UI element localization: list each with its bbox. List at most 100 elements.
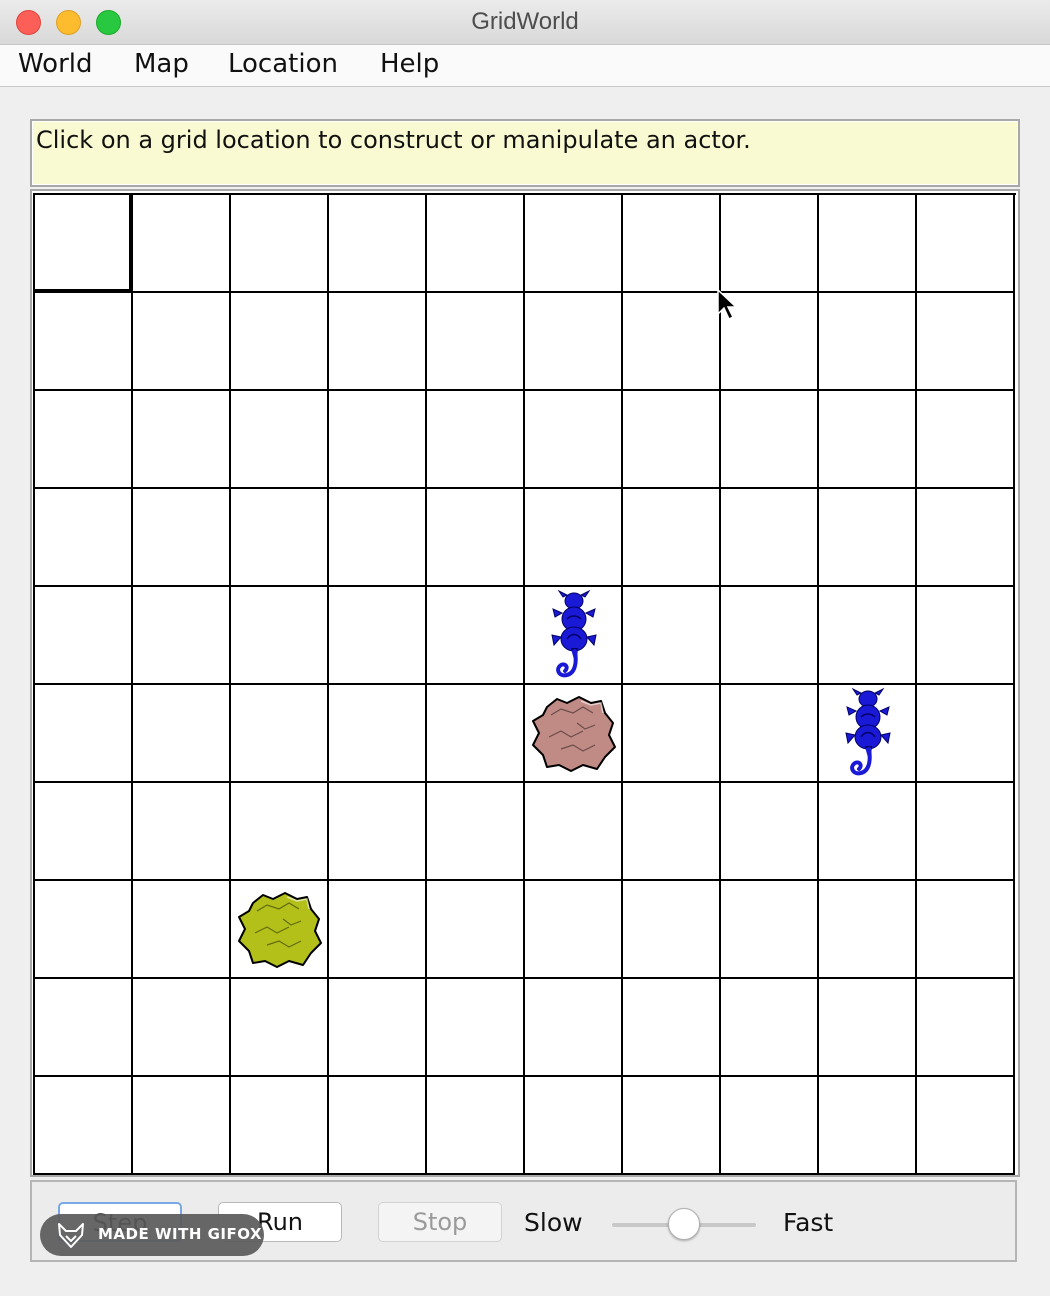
grid-cell[interactable]: [133, 587, 231, 685]
grid-cell[interactable]: [133, 293, 231, 391]
grid-cell[interactable]: [623, 979, 721, 1077]
grid-cell[interactable]: [623, 881, 721, 979]
menu-help[interactable]: Help: [380, 49, 439, 79]
grid-cell[interactable]: [231, 881, 329, 979]
grid-cell[interactable]: [35, 587, 133, 685]
grid-cell[interactable]: [329, 587, 427, 685]
grid-cell[interactable]: [819, 881, 917, 979]
grid-cell[interactable]: [231, 293, 329, 391]
grid-cell[interactable]: [819, 293, 917, 391]
world-grid[interactable]: [33, 193, 1016, 1175]
grid-cell[interactable]: [623, 195, 721, 293]
grid-cell[interactable]: [427, 1077, 525, 1175]
grid-cell[interactable]: [329, 293, 427, 391]
grid-cell[interactable]: [721, 391, 819, 489]
grid-cell[interactable]: [133, 783, 231, 881]
grid-cell[interactable]: [133, 979, 231, 1077]
menu-world[interactable]: World: [18, 49, 93, 79]
grid-cell[interactable]: [35, 391, 133, 489]
grid-cell[interactable]: [721, 489, 819, 587]
grid-cell[interactable]: [819, 979, 917, 1077]
grid-cell[interactable]: [231, 587, 329, 685]
grid-cell[interactable]: [623, 685, 721, 783]
grid-cell[interactable]: [525, 489, 623, 587]
grid-cell[interactable]: [133, 1077, 231, 1175]
grid-cell[interactable]: [917, 587, 1015, 685]
grid-cell[interactable]: [329, 979, 427, 1077]
grid-cell[interactable]: [35, 979, 133, 1077]
grid-cell[interactable]: [525, 587, 623, 685]
grid-cell[interactable]: [819, 1077, 917, 1175]
grid-cell[interactable]: [721, 881, 819, 979]
grid-cell[interactable]: [917, 1077, 1015, 1175]
grid-cell[interactable]: [623, 587, 721, 685]
grid-cell[interactable]: [917, 489, 1015, 587]
grid-cell[interactable]: [525, 783, 623, 881]
grid-cell[interactable]: [133, 685, 231, 783]
grid-cell[interactable]: [819, 489, 917, 587]
grid-cell[interactable]: [917, 293, 1015, 391]
stop-button[interactable]: Stop: [378, 1202, 502, 1242]
grid-cell[interactable]: [427, 979, 525, 1077]
grid-cell[interactable]: [721, 587, 819, 685]
grid-cell[interactable]: [329, 391, 427, 489]
grid-cell[interactable]: [427, 489, 525, 587]
grid-cell[interactable]: [133, 881, 231, 979]
grid-cell[interactable]: [231, 783, 329, 881]
grid-cell[interactable]: [525, 293, 623, 391]
grid-cell[interactable]: [917, 195, 1015, 293]
grid-cell[interactable]: [721, 783, 819, 881]
grid-cell[interactable]: [35, 783, 133, 881]
grid-cell[interactable]: [819, 391, 917, 489]
grid-cell[interactable]: [329, 195, 427, 293]
grid-cell[interactable]: [133, 391, 231, 489]
grid-cell[interactable]: [427, 391, 525, 489]
grid-cell[interactable]: [35, 881, 133, 979]
grid-cell[interactable]: [35, 293, 133, 391]
grid-cell[interactable]: [917, 979, 1015, 1077]
menu-location[interactable]: Location: [228, 49, 338, 79]
grid-cell[interactable]: [917, 391, 1015, 489]
grid-cell[interactable]: [35, 195, 133, 293]
grid-cell[interactable]: [427, 685, 525, 783]
grid-cell[interactable]: [623, 783, 721, 881]
grid-cell[interactable]: [623, 489, 721, 587]
grid-cell[interactable]: [133, 489, 231, 587]
grid-cell[interactable]: [35, 489, 133, 587]
grid-cell[interactable]: [231, 1077, 329, 1175]
grid-cell[interactable]: [133, 195, 231, 293]
grid-cell[interactable]: [819, 685, 917, 783]
menu-map[interactable]: Map: [134, 49, 189, 79]
grid-cell[interactable]: [721, 195, 819, 293]
grid-cell[interactable]: [525, 881, 623, 979]
grid-cell[interactable]: [819, 195, 917, 293]
grid-cell[interactable]: [917, 881, 1015, 979]
grid-cell[interactable]: [525, 685, 623, 783]
grid-cell[interactable]: [35, 685, 133, 783]
grid-cell[interactable]: [525, 979, 623, 1077]
grid-cell[interactable]: [917, 685, 1015, 783]
grid-cell[interactable]: [427, 293, 525, 391]
grid-cell[interactable]: [623, 293, 721, 391]
grid-cell[interactable]: [231, 685, 329, 783]
grid-cell[interactable]: [721, 1077, 819, 1175]
grid-cell[interactable]: [35, 1077, 133, 1175]
grid-cell[interactable]: [819, 587, 917, 685]
grid-cell[interactable]: [231, 195, 329, 293]
grid-cell[interactable]: [721, 685, 819, 783]
grid-cell[interactable]: [623, 391, 721, 489]
grid-cell[interactable]: [427, 587, 525, 685]
grid-cell[interactable]: [427, 195, 525, 293]
grid-cell[interactable]: [525, 391, 623, 489]
grid-cell[interactable]: [231, 979, 329, 1077]
grid-cell[interactable]: [525, 1077, 623, 1175]
grid-cell[interactable]: [329, 881, 427, 979]
grid-cell[interactable]: [231, 391, 329, 489]
grid-cell[interactable]: [427, 783, 525, 881]
grid-cell[interactable]: [329, 1077, 427, 1175]
grid-cell[interactable]: [231, 489, 329, 587]
grid-cell[interactable]: [917, 783, 1015, 881]
grid-cell[interactable]: [623, 1077, 721, 1175]
grid-cell[interactable]: [721, 979, 819, 1077]
grid-cell[interactable]: [329, 783, 427, 881]
